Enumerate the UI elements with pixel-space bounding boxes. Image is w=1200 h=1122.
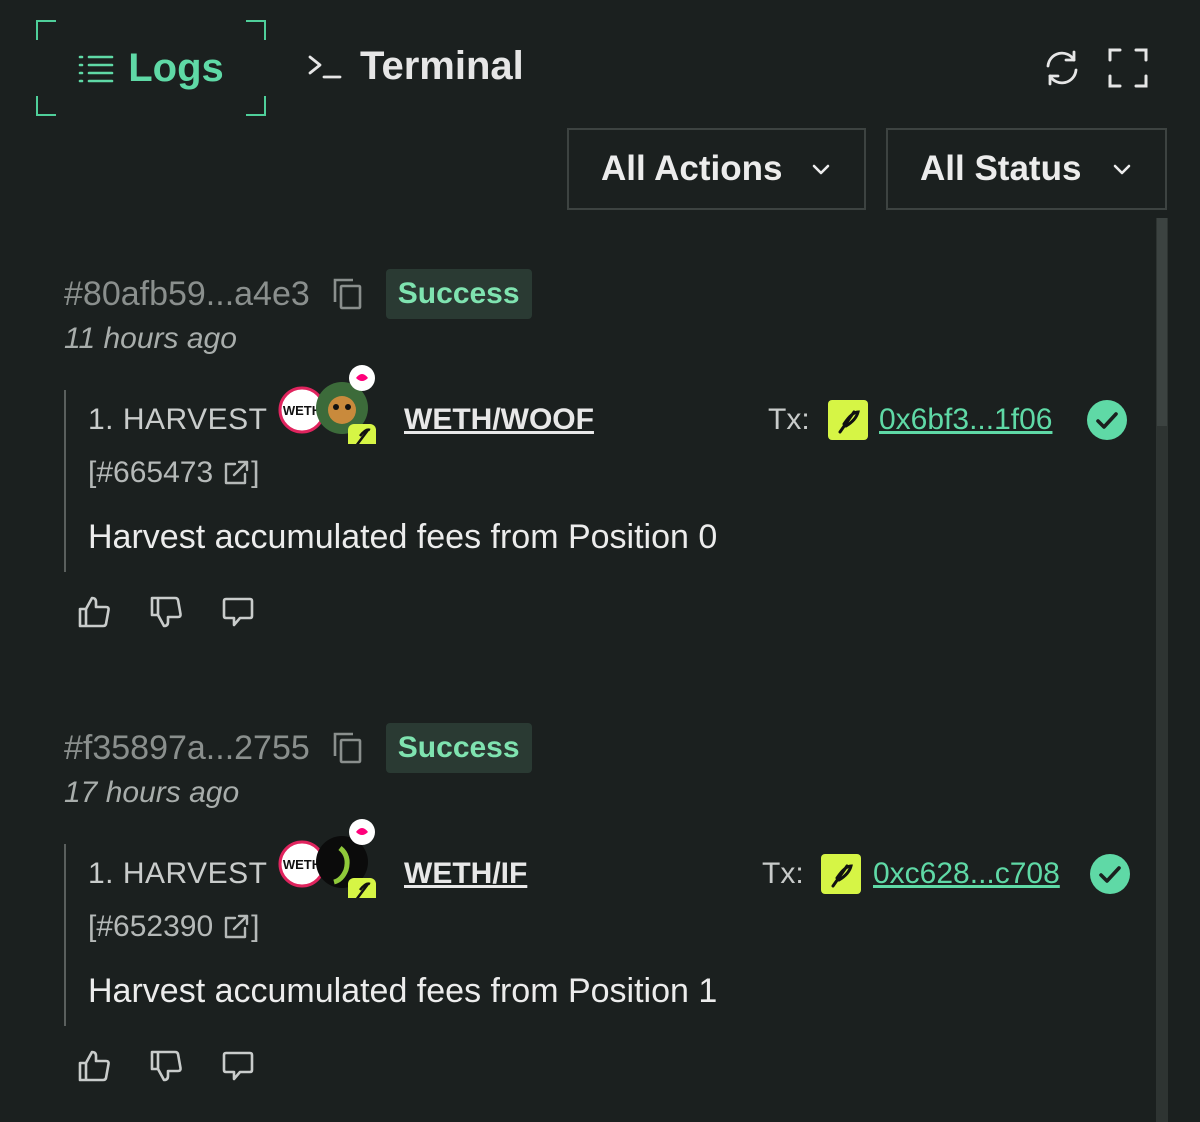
actions-filter-label: All Actions [601,149,783,188]
token-pair-link[interactable]: WETH/WOOF [404,403,594,437]
thumbs-up-icon[interactable] [76,594,112,630]
action-item: 1. HARVEST WETH WETH/WOOF Tx: 0x6bf3...1… [64,365,1144,572]
feedback-bar [76,594,1144,630]
explorer-icon [821,854,861,894]
action-description: Harvest accumulated fees from Position 1 [88,972,718,1010]
weth-token-icon: WETH [282,857,320,872]
status-filter-select[interactable]: All Status [886,128,1167,210]
tx-hash-link[interactable]: 0xc628...c708 [873,857,1060,891]
log-timestamp: 11 hours ago [64,322,237,355]
tab-logs[interactable]: Logs [36,20,266,116]
scrollbar-thumb[interactable] [1157,218,1167,426]
log-hash: #80afb59...a4e3 [64,274,310,313]
log-hash: #f35897a...2755 [64,728,310,767]
tx-label: Tx: [762,857,804,890]
copy-icon[interactable] [330,731,364,765]
status-badge: Success [385,269,532,319]
chevron-down-icon [1113,164,1131,175]
position-id-link[interactable]: [#665473 ] [88,456,1144,490]
actions-filter-select[interactable]: All Actions [567,128,866,210]
check-circle-icon [1090,854,1130,894]
position-id-link[interactable]: [#652390 ] [88,910,1144,944]
external-link-icon [224,460,249,485]
tx-hash-link[interactable]: 0x6bf3...1f06 [879,403,1052,437]
refresh-icon[interactable] [1040,46,1084,90]
list-icon [78,55,114,83]
tab-terminal-label: Terminal [360,43,524,88]
position-id-close: ] [251,910,260,943]
copy-icon[interactable] [330,277,364,311]
token-pair-icons: WETH [278,365,378,460]
feedback-bar [76,1048,1144,1084]
log-entry: #f35897a...2755 Success 17 hours ago 1. … [64,722,1144,1084]
tab-terminal[interactable]: Terminal [306,38,524,94]
token-pair-link[interactable]: WETH/IF [404,857,527,891]
check-circle-icon [1087,400,1127,440]
weth-token-icon: WETH [282,403,320,418]
chevron-down-icon [812,164,830,175]
status-badge: Success [385,723,532,773]
focus-corner [36,20,56,40]
status-filter-label: All Status [920,149,1082,188]
position-id-close: ] [251,456,260,489]
thumbs-down-icon[interactable] [148,1048,184,1084]
comment-icon[interactable] [220,594,256,630]
action-item: 1. HARVEST WETH WETH/IF Tx: 0xc628...c70… [64,819,1144,1026]
position-id: [#665473 [88,456,214,489]
action-name: 1. HARVEST [88,403,268,436]
action-description: Harvest accumulated fees from Position 0 [88,518,718,556]
external-link-icon [224,914,249,939]
terminal-icon [308,55,342,79]
focus-corner [246,96,266,116]
focus-corner [246,20,266,40]
action-name: 1. HARVEST [88,857,268,890]
log-timestamp: 17 hours ago [64,776,240,809]
thumbs-down-icon[interactable] [148,594,184,630]
position-id: [#652390 [88,910,214,943]
comment-icon[interactable] [220,1048,256,1084]
fullscreen-icon[interactable] [1106,46,1150,90]
explorer-icon [828,400,868,440]
tab-logs-label: Logs [128,45,224,90]
tab-bar: Logs Terminal [0,0,1200,120]
thumbs-up-icon[interactable] [76,1048,112,1084]
tx-label: Tx: [768,403,810,436]
token-pair-icons: WETH [278,819,378,914]
log-entry: #80afb59...a4e3 Success 11 hours ago 1. … [64,268,1144,630]
focus-corner [36,96,56,116]
